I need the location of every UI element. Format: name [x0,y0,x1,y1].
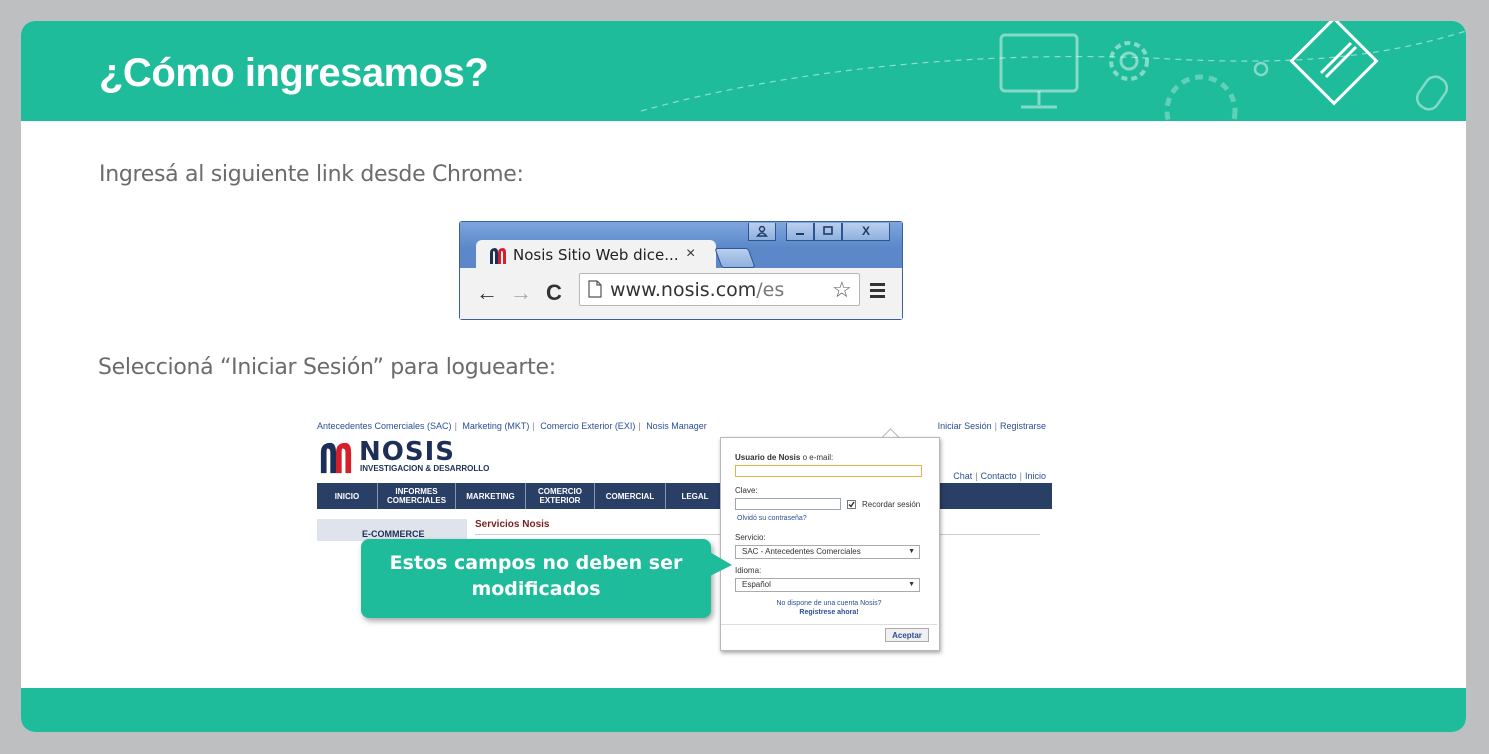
callout-line-2: modificados [471,578,601,600]
site-nav: INICIO INFORMES COMERCIALES MARKETING COM… [317,483,1052,509]
url-text: www.nosis.com/es [610,279,784,301]
dropdown-arrow-icon: ▼ [908,548,915,555]
service-label: Servicio: [735,533,766,542]
browser-toolbar: ← → C www.nosis.com/es ☆ [460,268,902,319]
close-icon: X [861,224,870,238]
tab-close-icon[interactable]: × [686,245,695,263]
profile-button[interactable] [748,223,776,241]
nav-marketing[interactable]: MARKETING [456,483,526,509]
maximize-button[interactable] [814,223,842,241]
url-host: www.nosis.com [610,279,757,301]
site-auth-links: Iniciar Sesión | Registrarse [937,421,1046,431]
back-icon[interactable]: ← [476,280,498,306]
callout-box: Estos campos no deben ser modificados [361,539,711,618]
forgot-password-link[interactable]: Olvidó su contraseña? [737,515,807,522]
tab-title: Nosis Sitio Web dice... [513,246,679,264]
password-input[interactable] [735,498,841,510]
password-label: Clave: [735,486,758,495]
link-exi[interactable]: Comercio Exterior (EXI) [540,421,635,431]
bookmark-star-icon[interactable]: ☆ [832,277,852,303]
site-top-links: Antecedentes Comerciales (SAC) | Marketin… [317,421,707,431]
close-window-button[interactable]: X [842,223,890,241]
user-icon [756,225,768,237]
link-sac[interactable]: Antecedentes Comerciales (SAC) [317,421,452,431]
new-tab-button[interactable] [714,248,756,268]
browser-tab[interactable]: Nosis Sitio Web dice... × [476,240,716,270]
section-title: Servicios Nosis [475,519,550,530]
chat-link[interactable]: Chat [953,471,972,481]
page-icon [588,280,602,298]
chrome-window: X Nosis Sitio Web dice... × ← → C www.no… [459,221,903,320]
minimize-icon [796,233,804,235]
register-link[interactable]: Registrarse [1000,421,1046,431]
nosis-logo-icon [320,442,352,474]
link-mkt[interactable]: Marketing (MKT) [462,421,529,431]
nav-comercial[interactable]: COMERCIAL [595,483,666,509]
instruction-login: Seleccioná “Iniciar Sesión” para loguear… [98,355,556,380]
menu-icon[interactable] [870,283,885,301]
nav-informes[interactable]: INFORMES COMERCIALES [378,483,456,509]
user-input[interactable] [735,465,922,477]
link-manager[interactable]: Nosis Manager [646,421,707,431]
instruction-chrome: Ingresá al siguiente link desde Chrome: [99,162,524,187]
logo-name: NOSIS [359,437,455,467]
home-link[interactable]: Inicio [1025,471,1046,481]
callout-line-1: Estos campos no deben ser [389,552,683,574]
slide-title: ¿Cómo ingresamos? [99,51,489,95]
login-divider [721,624,937,625]
slide-header: ¿Cómo ingresamos? [21,21,1466,121]
slide-footer [21,688,1466,732]
accept-button[interactable]: Aceptar [885,628,929,642]
minimize-button[interactable] [786,223,814,241]
service-select[interactable]: SAC - Antecedentes Comerciales ▼ [735,545,920,559]
maximize-icon [823,226,833,235]
nosis-site: Antecedentes Comerciales (SAC) | Marketin… [311,417,1052,541]
nav-inicio[interactable]: INICIO [317,483,378,509]
dropdown-arrow-icon: ▼ [908,581,915,588]
callout-pointer [708,551,732,577]
nav-comercio-exterior[interactable]: COMERCIO EXTERIOR [526,483,595,509]
sidebar-ecommerce[interactable]: E-COMMERCE [317,519,467,541]
login-link[interactable]: Iniciar Sesión [938,421,992,431]
contact-link[interactable]: Contacto [981,471,1017,481]
user-label: Usuario de Nosis o e-mail: [735,453,834,462]
site-secondary-links: Chat | Contacto | Inicio [953,471,1046,481]
language-label: Idioma: [735,566,762,575]
remember-checkbox[interactable] [847,500,856,509]
language-select[interactable]: Español ▼ [735,578,920,592]
nosis-favicon-icon [490,248,506,264]
callout-text: Estos campos no deben ser modificados [361,550,711,602]
remember-label: Recordar sesión [862,500,921,509]
address-bar[interactable]: www.nosis.com/es ☆ [579,273,860,306]
reload-icon[interactable]: C [546,280,562,306]
register-now-link[interactable]: Registrese ahora! [721,609,937,616]
forward-icon[interactable]: → [510,280,532,306]
login-dropdown: Usuario de Nosis o e-mail: Clave: Record… [720,437,940,651]
no-account-text: No dispone de una cuenta Nosis? [776,600,882,607]
url-path: /es [756,279,785,301]
nav-legal[interactable]: LEGAL [666,483,724,509]
logo-tagline: INVESTIGACION & DESARROLLO [360,464,490,473]
